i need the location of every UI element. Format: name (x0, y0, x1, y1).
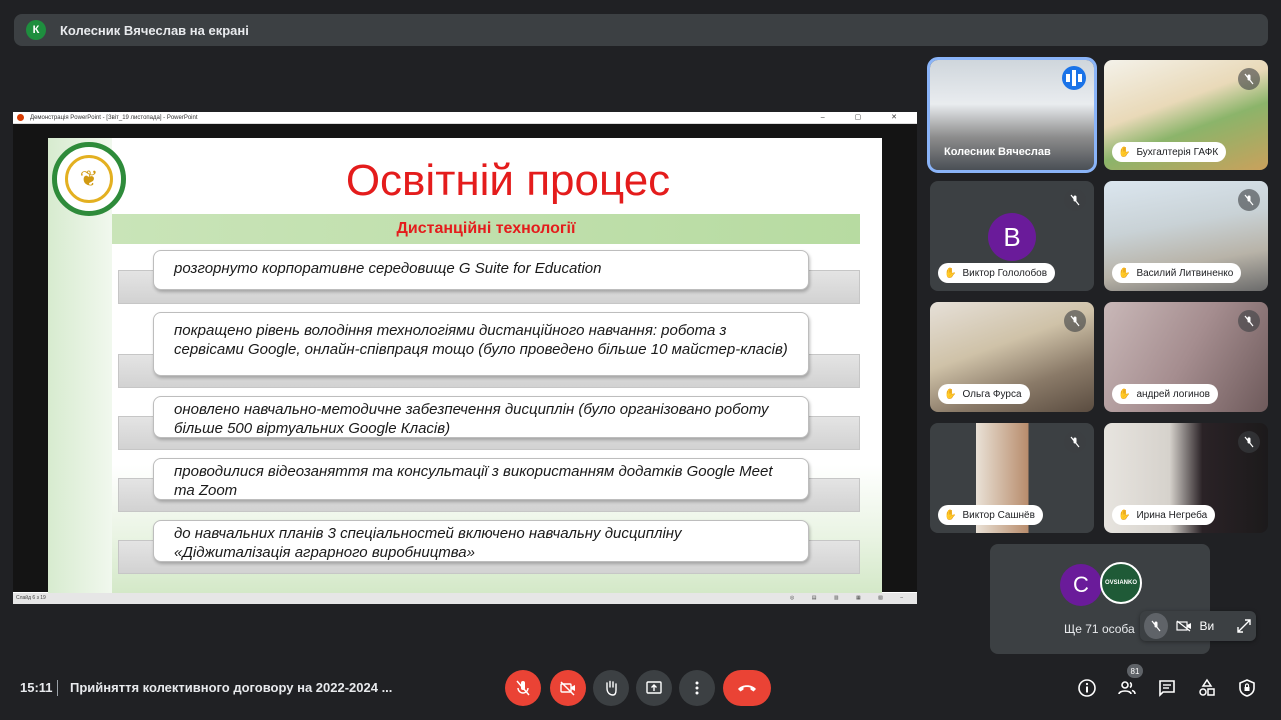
participant-avatar: В (988, 213, 1036, 261)
participant-avatar: С (1060, 564, 1102, 606)
camera-off-icon (560, 681, 575, 696)
hand-icon: ✋ (1118, 509, 1131, 521)
people-count-badge: 81 (1127, 664, 1143, 678)
ppt-statusbar: Слайд 6 з 19 ◎ ▤ ▥ ▦ ▧ – (13, 593, 917, 604)
hand-icon: ✋ (944, 509, 957, 521)
participant-name: Колесник Вячеслав (944, 146, 1051, 158)
participant-name: Виктор Сашнёв (962, 509, 1035, 521)
ppt-titlebar: Демонстрація PowerPoint - [Звіт_19 листо… (13, 112, 917, 124)
participant-name: андрей логинов (1136, 388, 1210, 400)
ppt-window-title: Демонстрація PowerPoint - [Звіт_19 листо… (30, 114, 198, 121)
mic-off-icon (516, 680, 530, 696)
participant-name: Виктор Гололобов (962, 267, 1048, 279)
presenter-banner-text: Колесник Вячеслав на екрані (60, 22, 249, 38)
presenter-avatar: К (26, 20, 46, 40)
tile-hover-controls: Ви (1140, 611, 1256, 641)
camera-toggle-button[interactable] (550, 670, 586, 706)
hand-icon: ✋ (944, 267, 957, 279)
clock: 15:11 (20, 680, 53, 695)
slide-item-4: проводилися відеозаняття та консультації… (153, 458, 809, 500)
wheat-icon: ❦ (79, 166, 99, 191)
slide-item-1: розгорнуто корпоративне середовище G Sui… (153, 250, 809, 290)
mic-off-icon (1064, 431, 1086, 453)
mic-toggle-button[interactable] (505, 670, 541, 706)
expand-icon[interactable] (1232, 613, 1256, 639)
host-controls-button[interactable] (1235, 676, 1259, 700)
slide-counter: Слайд 6 з 19 (16, 595, 46, 601)
divider (57, 680, 58, 696)
shapes-icon (1199, 678, 1215, 696)
participant-name-chip: ✋ Бухгалтерія ГАФК (1112, 142, 1227, 162)
participant-name-chip: ✋ Ольга Фурса (938, 384, 1030, 404)
participant-tile[interactable]: ✋ Бухгалтерія ГАФК (1104, 60, 1268, 170)
mic-off-icon (1238, 310, 1260, 332)
participant-name-chip: ✋ Виктор Гололобов (938, 263, 1056, 283)
hand-icon: ✋ (1118, 388, 1131, 400)
people-button[interactable] (1115, 676, 1139, 700)
bottom-toolbar: 15:11 Прийняття колективного договору на… (0, 660, 1281, 720)
participant-tile[interactable]: В ✋ Виктор Гололобов (930, 181, 1094, 291)
slide-item-5: до навчальних планів 3 спеціальностей вк… (153, 520, 809, 562)
mic-off-icon (1064, 189, 1086, 211)
hover-label: Ви (1199, 619, 1215, 633)
participant-tile[interactable]: ✋ Ирина Негреба (1104, 423, 1268, 533)
raise-hand-button[interactable] (593, 670, 629, 706)
meeting-title: Прийняття колективного договору на 2022-… (70, 680, 393, 695)
mic-off-icon[interactable] (1144, 613, 1168, 639)
mic-off-icon (1064, 310, 1086, 332)
participant-name: Василий Литвиненко (1136, 267, 1234, 279)
hang-up-icon (738, 685, 756, 692)
mic-off-icon (1238, 68, 1260, 90)
meeting-details-button[interactable] (1075, 676, 1099, 700)
present-icon (646, 681, 662, 694)
people-icon (1118, 681, 1136, 695)
academy-logo: ❦ (52, 142, 126, 216)
slide-area: ❦ Освітній процес Дистанційні технології… (13, 124, 917, 604)
logo-inner: ❦ (65, 155, 113, 203)
slide-subtitle: Дистанційні технології (112, 214, 860, 244)
slide-item-3: оновлено навчально-методичне забезпеченн… (153, 396, 809, 438)
more-options-button[interactable] (679, 670, 715, 706)
participant-name: Бухгалтерія ГАФК (1136, 146, 1219, 158)
speaking-indicator-icon (1062, 66, 1086, 90)
slide-title: Освітній процес (345, 156, 671, 205)
hand-icon: ✋ (1118, 146, 1131, 158)
participant-name-chip: ✋ Василий Литвиненко (1112, 263, 1242, 283)
info-icon (1078, 679, 1096, 697)
slide-item-2: покращено рівень володіння технологіями … (153, 312, 809, 376)
participant-name: Ольга Фурса (962, 388, 1022, 400)
hand-icon: ✋ (1118, 267, 1131, 279)
leave-call-button[interactable] (723, 670, 771, 706)
participant-tile[interactable]: ✋ Василий Литвиненко (1104, 181, 1268, 291)
view-controls-icon[interactable]: ◎ ▤ ▥ ▦ ▧ – (790, 593, 911, 604)
hand-icon (606, 680, 617, 696)
camera-off-icon[interactable] (1172, 613, 1196, 639)
chat-icon (1159, 680, 1175, 697)
participant-name-chip: ✋ Виктор Сашнёв (938, 505, 1043, 525)
participant-tile[interactable]: ✋ андрей логинов (1104, 302, 1268, 412)
mic-off-icon (1238, 189, 1260, 211)
participant-tile[interactable]: ✋ Ольга Фурса (930, 302, 1094, 412)
mic-off-icon (1238, 431, 1260, 453)
chat-button[interactable] (1155, 676, 1179, 700)
participant-tile[interactable]: ✋ Виктор Сашнёв (930, 423, 1094, 533)
more-participants-text: Ще 71 особа (1064, 622, 1135, 636)
hand-icon: ✋ (944, 388, 957, 400)
slide: ❦ Освітній процес Дистанційні технології… (48, 138, 882, 604)
meet-window: К Колесник Вячеслав на екрані Демонстрац… (0, 0, 1281, 720)
activities-button[interactable] (1195, 676, 1219, 700)
shared-screen: Демонстрація PowerPoint - [Звіт_19 листо… (13, 112, 917, 604)
participant-avatar-logo: OVSIANKO (1100, 562, 1142, 604)
shield-lock-icon (1239, 679, 1255, 697)
participant-name-chip: ✋ Ирина Негреба (1112, 505, 1216, 525)
window-controls-icon: – ▢ ✕ (820, 114, 911, 121)
more-vert-icon (695, 681, 699, 695)
participant-name-chip: ✋ андрей логинов (1112, 384, 1218, 404)
presenter-banner: К Колесник Вячеслав на екрані (14, 14, 1268, 46)
present-screen-button[interactable] (636, 670, 672, 706)
powerpoint-icon (17, 114, 24, 121)
participant-tile[interactable]: Колесник Вячеслав (927, 57, 1097, 173)
participant-name: Ирина Негреба (1136, 509, 1208, 521)
